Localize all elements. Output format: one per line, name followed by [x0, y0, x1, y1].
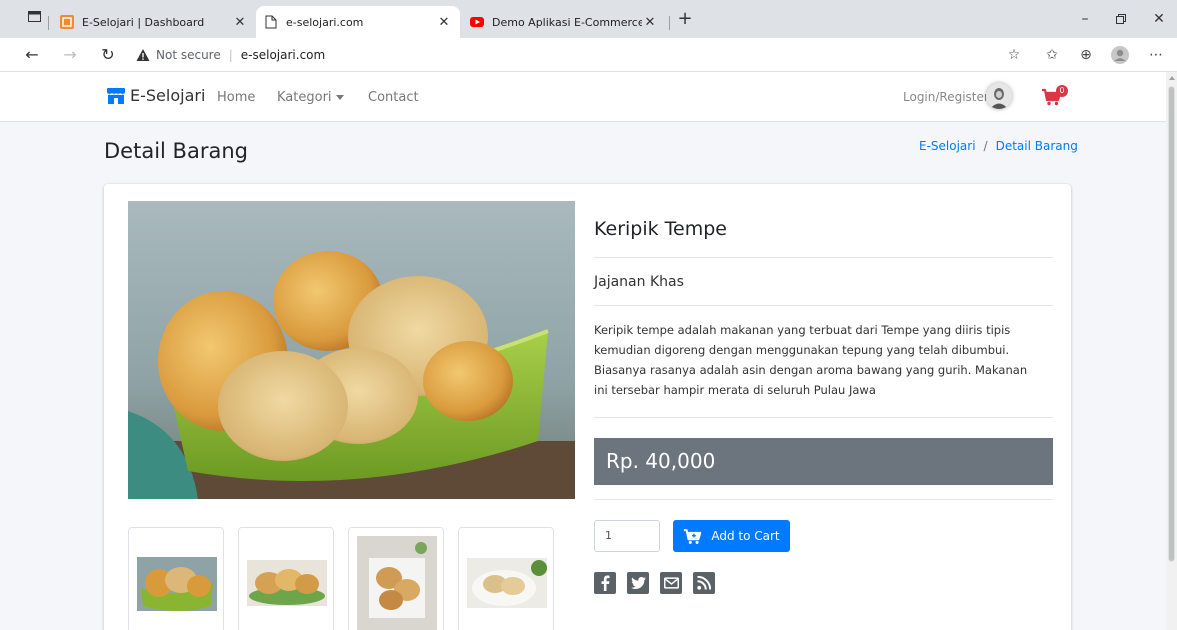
tab-title: E-Selojari | Dashboard	[82, 15, 205, 29]
product-thumbnail[interactable]	[458, 527, 554, 630]
site-navbar: E-Selojari Home Kategori Contact Login/R…	[0, 72, 1166, 122]
add-to-cart-label: Add to Cart	[711, 529, 780, 543]
product-thumbnail[interactable]	[348, 527, 444, 630]
tab-title: e-selojari.com	[286, 15, 364, 29]
collections-icon[interactable]: ⊕	[1074, 43, 1098, 67]
back-icon[interactable]: ←	[20, 43, 44, 67]
nav-kategori-label: Kategori	[277, 90, 332, 105]
restore-icon[interactable]	[1106, 8, 1136, 30]
scrollbar-thumb[interactable]	[1168, 86, 1175, 562]
not-secure-label: Not secure	[156, 48, 221, 62]
store-icon	[107, 87, 125, 104]
close-tab-icon[interactable]: ✕	[436, 15, 452, 30]
breadcrumb: E-Selojari / Detail Barang	[919, 139, 1078, 153]
product-name: Keripik Tempe	[594, 218, 727, 240]
close-window-icon[interactable]: ✕	[1144, 8, 1174, 30]
tab-youtube-demo[interactable]: Demo Aplikasi E-Commerce "E-S ✕	[462, 6, 666, 38]
brand-link[interactable]: E-Selojari	[106, 86, 205, 105]
quantity-input[interactable]: 1	[594, 520, 660, 552]
url-field[interactable]: Not secure | e-selojari.com	[136, 44, 325, 66]
product-thumbnail[interactable]	[238, 527, 334, 630]
divider	[594, 305, 1053, 306]
tab-dashboard[interactable]: E-Selojari | Dashboard ✕	[52, 6, 256, 38]
breadcrumb-separator: /	[983, 139, 988, 153]
page-icon	[264, 15, 278, 29]
url-text: e-selojari.com	[240, 48, 326, 62]
forward-icon[interactable]: →	[58, 43, 82, 67]
cart-plus-icon	[684, 528, 702, 544]
twitter-icon[interactable]	[627, 572, 649, 594]
product-category: Jajanan Khas	[594, 274, 684, 290]
breadcrumb-current: Detail Barang	[995, 139, 1078, 153]
page-viewport: E-Selojari Home Kategori Contact Login/R…	[0, 72, 1166, 630]
nav-contact[interactable]: Contact	[368, 90, 419, 105]
dashboard-favicon	[60, 15, 74, 29]
profile-icon[interactable]	[1108, 43, 1132, 67]
add-to-cart-button[interactable]: Add to Cart	[673, 520, 790, 552]
login-register-link[interactable]: Login/Register	[903, 90, 989, 104]
divider	[594, 417, 1053, 418]
new-tab-button[interactable]: +	[670, 8, 700, 30]
address-bar: ← → ↻ Not secure | e-selojari.com ☆ ✩ ⊕ …	[0, 38, 1177, 72]
product-price: Rp. 40,000	[606, 449, 716, 473]
product-card: Keripik Tempe Jajanan Khas Keripik tempe…	[104, 184, 1071, 630]
product-main-image[interactable]	[128, 201, 575, 499]
browser-tab-strip: E-Selojari | Dashboard ✕ e-selojari.com …	[0, 0, 1177, 38]
favorites-list-icon[interactable]: ✩	[1040, 43, 1064, 67]
divider	[594, 499, 1053, 500]
page-scrollbar[interactable]	[1166, 72, 1177, 630]
close-tab-icon[interactable]: ✕	[642, 15, 658, 30]
refresh-icon[interactable]: ↻	[96, 43, 120, 67]
facebook-icon[interactable]	[594, 572, 616, 594]
product-description: Keripik tempe adalah makanan yang terbua…	[594, 323, 1028, 397]
more-menu-icon[interactable]: ⋯	[1144, 43, 1168, 67]
favorite-star-icon[interactable]: ☆	[1002, 43, 1026, 67]
chevron-down-icon	[335, 95, 344, 100]
brand-name: E-Selojari	[130, 86, 206, 105]
tab-title: Demo Aplikasi E-Commerce "E-S	[492, 15, 642, 29]
email-icon[interactable]	[660, 572, 682, 594]
youtube-icon	[470, 15, 484, 29]
product-thumbnail[interactable]	[128, 527, 224, 630]
breadcrumb-home[interactable]: E-Selojari	[919, 139, 976, 153]
page-title: Detail Barang	[104, 139, 248, 163]
tab-actions-icon[interactable]	[22, 7, 46, 31]
tab-e-selojari[interactable]: e-selojari.com ✕	[256, 6, 460, 38]
price-panel: Rp. 40,000	[594, 438, 1053, 485]
nav-home[interactable]: Home	[217, 90, 255, 105]
nav-kategori[interactable]: Kategori	[277, 90, 344, 105]
warning-icon	[136, 49, 150, 61]
minimize-icon[interactable]: –	[1070, 8, 1100, 30]
rss-icon[interactable]	[693, 572, 715, 594]
divider	[594, 257, 1053, 258]
scroll-up-icon[interactable]	[1169, 76, 1175, 80]
close-tab-icon[interactable]: ✕	[232, 15, 248, 30]
cart-count-badge: 0	[1056, 85, 1068, 97]
avatar[interactable]	[986, 83, 1012, 109]
